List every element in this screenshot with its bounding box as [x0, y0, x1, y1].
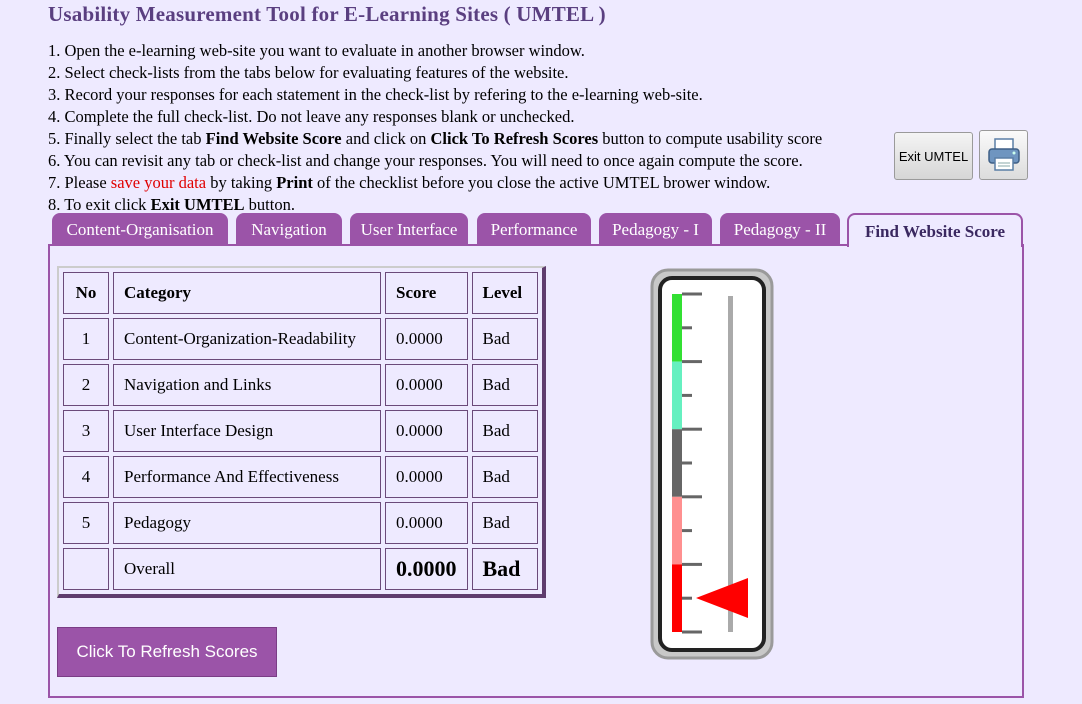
printer-icon	[987, 138, 1020, 171]
scores-table: No Category Score Level 1 Content-Organi…	[57, 266, 546, 598]
row-no: 4	[63, 456, 109, 498]
row-level: Bad	[471, 318, 538, 360]
overall-score: 0.0000	[385, 548, 468, 590]
instruction-8-text-2: button.	[244, 195, 295, 214]
tab-pedagogy-2[interactable]: Pedagogy - II	[720, 213, 840, 245]
gauge-band	[672, 564, 682, 632]
row-category: Navigation and Links	[113, 364, 381, 406]
table-row: 5 Pedagogy 0.0000 Bad	[63, 502, 538, 544]
table-row: 3 User Interface Design 0.0000 Bad	[63, 410, 538, 452]
row-category: User Interface Design	[113, 410, 381, 452]
header-category: Category	[113, 272, 381, 314]
gauge-bands	[672, 294, 682, 632]
row-level: Bad	[471, 364, 538, 406]
gauge-tick	[682, 596, 692, 600]
score-gauge	[650, 268, 774, 660]
gauge-tick	[682, 461, 692, 465]
row-no: 1	[63, 318, 109, 360]
gauge-tick	[682, 360, 702, 364]
table-header-row: No Category Score Level	[63, 272, 538, 314]
instruction-5-text: 5. Finally select the tab	[48, 129, 206, 148]
gauge-tick	[682, 495, 702, 499]
instruction-4: 4. Complete the full check-list. Do not …	[48, 107, 575, 126]
instruction-2: 2. Select check-lists from the tabs belo…	[48, 63, 569, 82]
gauge-rail	[728, 296, 733, 632]
overall-no	[63, 548, 109, 590]
row-category: Performance And Effectiveness	[113, 456, 381, 498]
gauge-band	[672, 429, 682, 497]
instruction-6: 6. You can revisit any tab or check-list…	[48, 151, 803, 170]
table-row-overall: Overall 0.0000 Bad	[63, 548, 538, 590]
header-level: Level	[471, 272, 538, 314]
row-category: Content-Organization-Readability	[113, 318, 381, 360]
print-button[interactable]	[979, 130, 1028, 180]
overall-category: Overall	[113, 548, 381, 590]
refresh-scores-button[interactable]: Click To Refresh Scores	[57, 627, 277, 677]
instruction-5-text-2: and click on	[341, 129, 431, 148]
row-level: Bad	[471, 502, 538, 544]
gauge-band	[672, 361, 682, 430]
instruction-3: 3. Record your responses for each statem…	[48, 85, 703, 104]
instruction-5: 5. Finally select the tab Find Website S…	[48, 128, 822, 150]
tab-pedagogy-1[interactable]: Pedagogy - I	[599, 213, 712, 245]
tab-user-interface[interactable]: User Interface	[350, 213, 468, 245]
gauge-band	[672, 496, 682, 565]
tab-content-organisation[interactable]: Content-Organisation	[52, 213, 228, 245]
save-your-data-text: save your data	[110, 173, 207, 192]
instruction-5-button-name: Click To Refresh Scores	[430, 129, 599, 148]
gauge-tick	[682, 292, 702, 296]
row-score: 0.0000	[385, 502, 468, 544]
gauge-tick	[682, 562, 702, 566]
instructions-list: 1. Open the e-learning web-site you want…	[48, 40, 822, 216]
row-score: 0.0000	[385, 410, 468, 452]
row-score: 0.0000	[385, 456, 468, 498]
header-score: Score	[385, 272, 468, 314]
exit-umtel-button[interactable]: Exit UMTEL	[894, 132, 973, 180]
gauge-tick	[682, 630, 702, 634]
row-no: 5	[63, 502, 109, 544]
gauge-tick	[682, 529, 692, 533]
instruction-7: 7. Please save your data by taking Print…	[48, 172, 822, 194]
page-title: Usability Measurement Tool for E-Learnin…	[48, 2, 606, 26]
overall-level: Bad	[471, 548, 538, 590]
gauge-tick	[682, 326, 692, 330]
gauge-tick	[682, 427, 702, 431]
tab-performance[interactable]: Performance	[477, 213, 591, 245]
instruction-5-tab-name: Find Website Score	[205, 129, 342, 148]
tab-navigation[interactable]: Navigation	[236, 213, 342, 245]
tab-find-website-score[interactable]: Find Website Score	[847, 213, 1023, 247]
instruction-7-print: Print	[276, 173, 313, 192]
table-row: 4 Performance And Effectiveness 0.0000 B…	[63, 456, 538, 498]
header-no: No	[63, 272, 109, 314]
row-category: Pedagogy	[113, 502, 381, 544]
gauge-band	[672, 294, 682, 362]
row-score: 0.0000	[385, 364, 468, 406]
instruction-7-text: 7. Please	[48, 173, 111, 192]
row-level: Bad	[471, 410, 538, 452]
instruction-8-text: 8. To exit click	[48, 195, 151, 214]
row-level: Bad	[471, 456, 538, 498]
row-score: 0.0000	[385, 318, 468, 360]
table-row: 1 Content-Organization-Readability 0.000…	[63, 318, 538, 360]
instruction-7-text-3: of the checklist before you close the ac…	[312, 173, 771, 192]
row-no: 2	[63, 364, 109, 406]
gauge-tick	[682, 393, 692, 397]
instruction-8-exit: Exit UMTEL	[150, 195, 245, 214]
instruction-7-text-2: by taking	[206, 173, 277, 192]
row-no: 3	[63, 410, 109, 452]
instruction-5-text-3: button to compute usability score	[598, 129, 823, 148]
instruction-1: 1. Open the e-learning web-site you want…	[48, 41, 585, 60]
table-row: 2 Navigation and Links 0.0000 Bad	[63, 364, 538, 406]
